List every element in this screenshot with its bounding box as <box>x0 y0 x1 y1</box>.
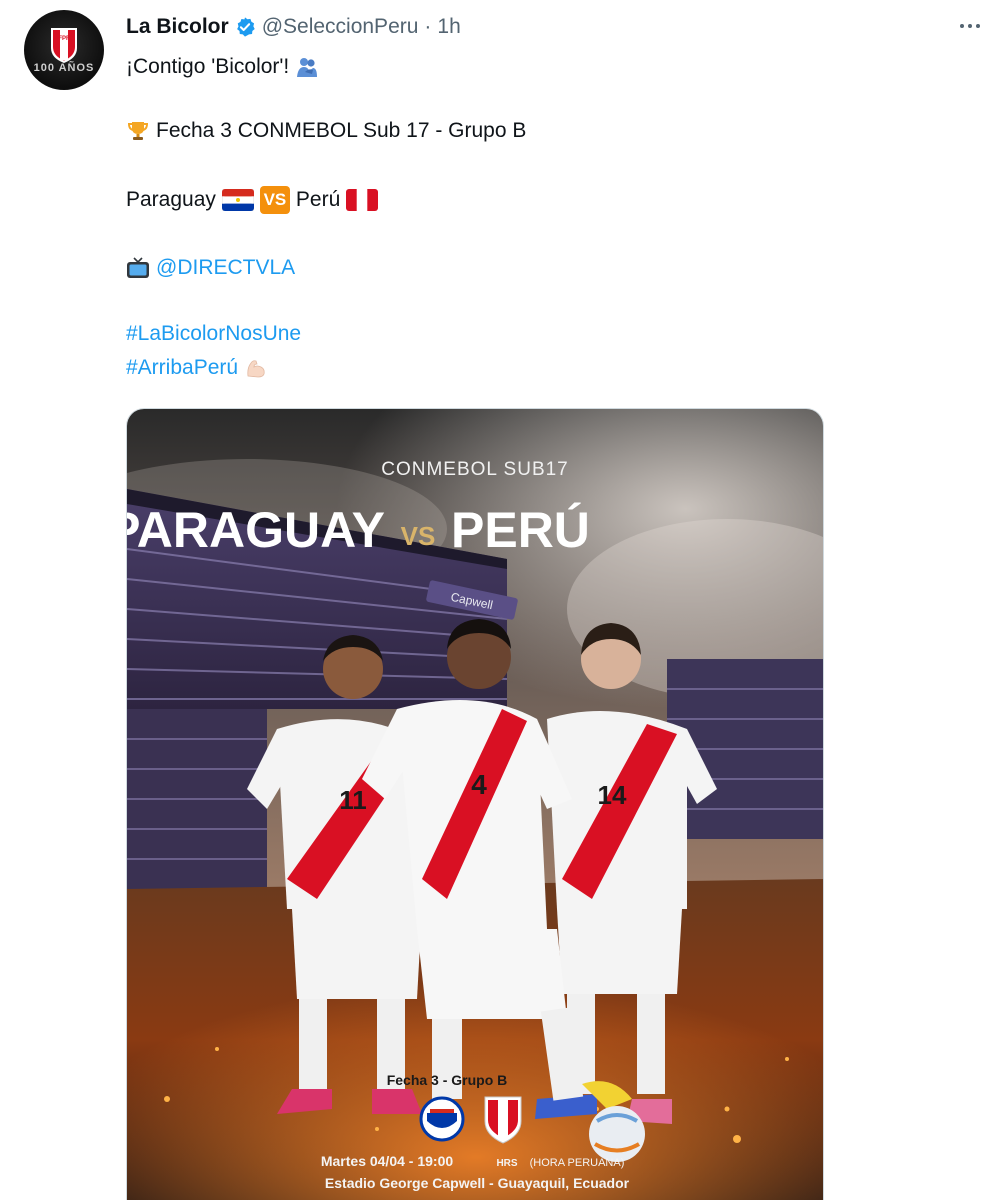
avatar[interactable]: FPF 100 AÑOS <box>24 10 104 90</box>
author-handle[interactable]: @SeleccionPeru <box>262 15 419 39</box>
vs-emoji-icon: VS <box>259 186 290 214</box>
people-hugging-emoji-icon <box>297 58 318 77</box>
poster-date-time: Martes 04/04 - 19:00 <box>321 1153 454 1169</box>
svg-text:FPF: FPF <box>58 36 70 42</box>
paraguay-crest-icon <box>419 1096 465 1142</box>
tweet-line-broadcast: @DIRECTVLA <box>126 254 295 282</box>
tweet-header: La Bicolor @SeleccionPeru · 1h <box>126 12 461 42</box>
jersey-number-11: 11 <box>339 785 367 815</box>
tweet-line-greeting: ¡Contigo 'Bicolor'! <box>126 53 319 81</box>
team-home-text: Paraguay <box>126 188 216 211</box>
poster-tournament: CONMEBOL SUB17 <box>381 459 569 480</box>
poster-away-team: PERÚ <box>451 502 590 558</box>
poster-round: Fecha 3 - Grupo B <box>387 1072 508 1088</box>
television-emoji-icon <box>127 257 149 278</box>
poster-home-team: PARAGUAY <box>127 502 385 558</box>
directv-mention-link[interactable]: @DIRECTVLA <box>156 254 295 282</box>
flexed-biceps-emoji-icon <box>247 360 265 378</box>
timestamp[interactable]: 1h <box>437 15 460 39</box>
fixture-text: Fecha 3 CONMEBOL Sub 17 - Grupo B <box>156 119 527 142</box>
tweet-line-match: Paraguay VS Perú <box>126 186 379 214</box>
separator-dot: · <box>424 15 432 38</box>
fpf-crest-icon: FPF <box>51 28 77 63</box>
tweet-line-hashtag-2: #ArribaPerú <box>126 354 268 382</box>
team-away-text: Perú <box>295 188 341 211</box>
jersey-number-4: 4 <box>471 769 487 800</box>
match-poster: Capwell 11 4 14 CONMEBOL SUB17 PARAGUAY … <box>127 409 823 1200</box>
paraguay-flag-icon <box>221 189 254 211</box>
avatar-caption: 100 AÑOS <box>33 62 95 74</box>
tweet-media-image[interactable]: Capwell 11 4 14 CONMEBOL SUB17 PARAGUAY … <box>126 408 824 1200</box>
poster-timezone: (HORA PERUANA) <box>530 1157 625 1169</box>
poster-vs: VS <box>401 521 436 551</box>
peru-flag-icon <box>346 189 379 211</box>
tweet-line-fixture: Fecha 3 CONMEBOL Sub 17 - Grupo B <box>126 117 526 145</box>
verified-badge-icon <box>236 17 255 37</box>
poster-venue: Estadio George Capwell - Guayaquil, Ecua… <box>325 1175 630 1191</box>
poster-hrs: HRS <box>496 1158 517 1169</box>
jersey-number-14: 14 <box>598 780 627 810</box>
greeting-text: ¡Contigo 'Bicolor'! <box>126 55 290 78</box>
tweet-line-hashtag-1: #LaBicolorNosUne <box>126 320 301 348</box>
author-name[interactable]: La Bicolor <box>126 15 229 39</box>
hashtag-arribaperu-link[interactable]: #ArribaPerú <box>126 354 238 382</box>
trophy-emoji-icon <box>127 122 149 140</box>
tweet: FPF 100 AÑOS La Bicolor @SeleccionPeru ·… <box>0 0 996 1200</box>
more-options-icon[interactable] <box>952 14 988 38</box>
hashtag-labicolornosune-link[interactable]: #LaBicolorNosUne <box>126 320 301 348</box>
